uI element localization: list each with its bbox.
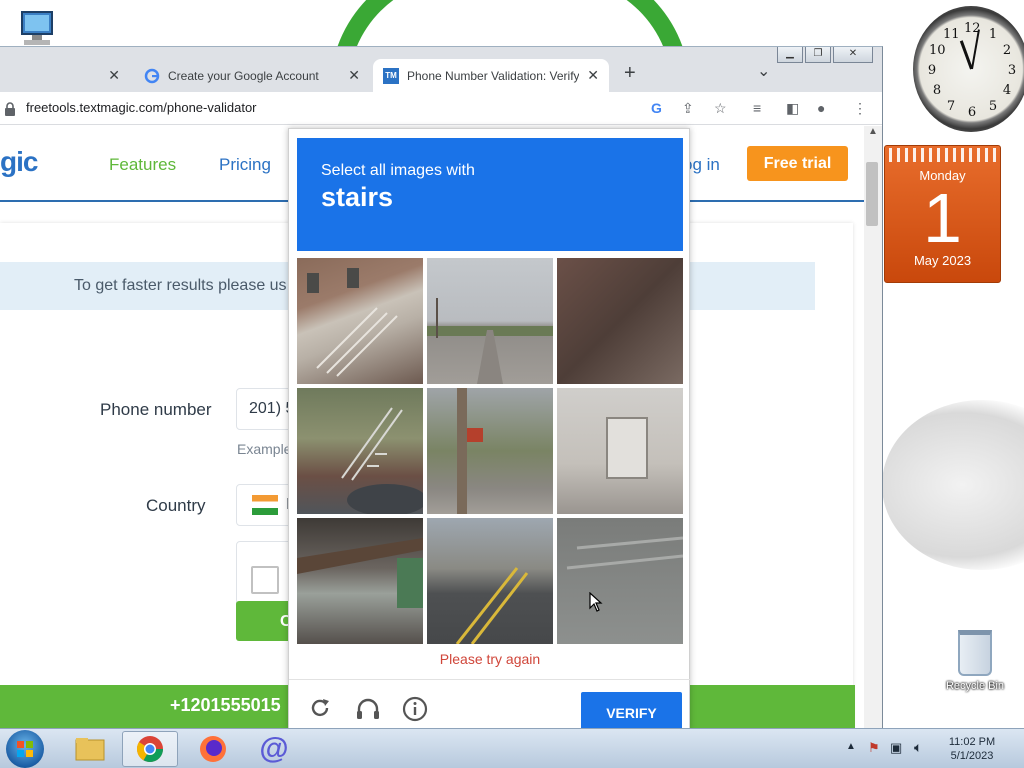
calendar-month: May 2023 <box>913 253 972 268</box>
error-message: Please try again <box>439 651 541 667</box>
image-tile-5[interactable] <box>427 388 553 514</box>
recycle-bin[interactable]: Recycle Bin <box>944 630 1006 692</box>
tab-phone-validation[interactable]: TM Phone Number Validation: Verify ✕ <box>373 59 609 92</box>
textmagic-icon: TM <box>383 67 399 84</box>
google-lens-icon[interactable]: G <box>651 100 662 116</box>
system-tray: ▲ ⚑ ▣ 🔈︎ 11:02 PM 5/1/2023 <box>842 729 1024 768</box>
phone-number-label: Phone number <box>100 400 212 419</box>
recycle-bin-icon <box>958 630 992 676</box>
menu-icon[interactable]: ⋮ <box>853 100 867 117</box>
phone-number-input[interactable]: 201) 5 <box>236 388 296 430</box>
nav-pricing[interactable]: Pricing <box>219 155 271 175</box>
recaptcha-checkbox[interactable] <box>251 566 279 594</box>
footer-phone-number: +1201555015 <box>170 695 281 715</box>
minimize-button[interactable]: ▁ <box>777 47 803 63</box>
reload-icon[interactable] <box>308 696 332 720</box>
new-tab-button[interactable]: + <box>624 62 636 85</box>
tab-label: Phone Number Validation: Verify <box>407 68 579 83</box>
image-tile-2[interactable] <box>427 258 553 384</box>
tab-close-icon[interactable]: ✕ <box>348 67 360 84</box>
recycle-bin-label: Recycle Bin <box>945 680 1005 692</box>
address-bar: freetools.textmagic.com/phone-validator … <box>0 92 882 125</box>
profile-icon[interactable]: ● <box>817 100 825 116</box>
lock-icon[interactable] <box>4 102 16 116</box>
tab-close-icon[interactable]: ✕ <box>587 67 599 84</box>
calendar-date: 1 <box>923 179 962 257</box>
nav-features[interactable]: Features <box>109 155 176 175</box>
tab-google-account[interactable]: Create your Google Account ✕ <box>134 59 370 92</box>
taskbar-file-explorer[interactable] <box>62 731 118 767</box>
chrome-icon <box>136 736 164 763</box>
image-tile-1[interactable] <box>297 258 423 384</box>
share-icon[interactable]: ⇪ <box>682 100 694 117</box>
clock-gadget: 12 1 2 3 4 5 6 7 8 9 10 11 <box>913 6 1024 132</box>
image-tile-4[interactable] <box>297 388 423 514</box>
taskbar-date: 5/1/2023 <box>950 750 994 762</box>
taskbar-clock[interactable]: 11:02 PM 5/1/2023 <box>942 735 1002 763</box>
recaptcha-challenge: Select all images with stairs Please try… <box>288 128 691 734</box>
challenge-footer: VERIFY <box>289 679 691 734</box>
taskbar-email-app[interactable]: @ <box>246 731 302 767</box>
image-tile-3[interactable] <box>557 258 683 384</box>
taskbar-firefox[interactable] <box>185 731 241 767</box>
folder-icon <box>75 738 105 761</box>
windows-logo-icon <box>17 741 33 757</box>
challenge-instruction: Select all images with <box>321 162 475 179</box>
challenge-header: Select all images with stairs <box>297 138 683 251</box>
bookmark-star-icon[interactable]: ☆ <box>714 100 727 117</box>
tab-partial[interactable]: ✕ <box>0 59 130 92</box>
desktop-wallpaper-shape <box>882 400 1024 570</box>
country-label: Country <box>146 496 206 515</box>
tab-close-icon[interactable]: ✕ <box>108 67 120 84</box>
close-button[interactable]: ✕ <box>833 47 873 63</box>
image-tile-6[interactable] <box>557 388 683 514</box>
firefox-icon <box>200 736 226 762</box>
action-center-icon[interactable]: ⚑ <box>868 740 880 756</box>
google-icon <box>144 68 160 83</box>
tab-search-icon[interactable]: ⌄ <box>757 61 770 81</box>
tab-bar: ✕ Create your Google Account ✕ TM Phone … <box>0 47 882 92</box>
side-panel-icon[interactable]: ◧ <box>786 100 799 117</box>
image-tile-8[interactable] <box>427 518 553 644</box>
taskbar-time: 11:02 PM <box>948 736 996 748</box>
taskbar-chrome[interactable] <box>122 731 178 767</box>
at-sign-icon: @ <box>259 732 289 765</box>
show-hidden-icons[interactable]: ▲ <box>846 741 856 752</box>
image-tile-7[interactable] <box>297 518 423 644</box>
calendar-gadget: Monday 1 May 2023 <box>884 145 1001 283</box>
india-flag-icon <box>252 495 278 515</box>
start-button[interactable] <box>6 730 44 768</box>
maximize-button[interactable]: ❐ <box>805 47 831 63</box>
image-tile-9[interactable] <box>557 518 683 644</box>
url-field[interactable]: freetools.textmagic.com/phone-validator <box>26 100 257 115</box>
audio-challenge-icon[interactable] <box>355 696 381 722</box>
reading-list-icon[interactable]: ≡ <box>753 100 761 116</box>
free-trial-button[interactable]: Free trial <box>747 146 848 181</box>
scrollbar-thumb[interactable] <box>866 162 878 226</box>
country-select[interactable]: I <box>236 484 296 526</box>
taskbar: @ ▲ ⚑ ▣ 🔈︎ 11:02 PM 5/1/2023 <box>0 728 1024 768</box>
tab-label: Create your Google Account <box>168 68 319 83</box>
network-icon[interactable]: ▣ <box>890 740 902 756</box>
check-button[interactable]: C <box>236 601 296 641</box>
window-controls: ▁ ❐ ✕ <box>777 47 873 63</box>
site-logo[interactable]: gic <box>0 146 38 178</box>
mouse-cursor-icon <box>589 592 603 612</box>
computer-icon[interactable] <box>14 10 60 48</box>
example-text: Example <box>237 441 292 457</box>
info-icon[interactable] <box>402 696 428 722</box>
challenge-target: stairs <box>321 182 394 212</box>
volume-icon[interactable]: 🔈︎ <box>914 739 922 756</box>
